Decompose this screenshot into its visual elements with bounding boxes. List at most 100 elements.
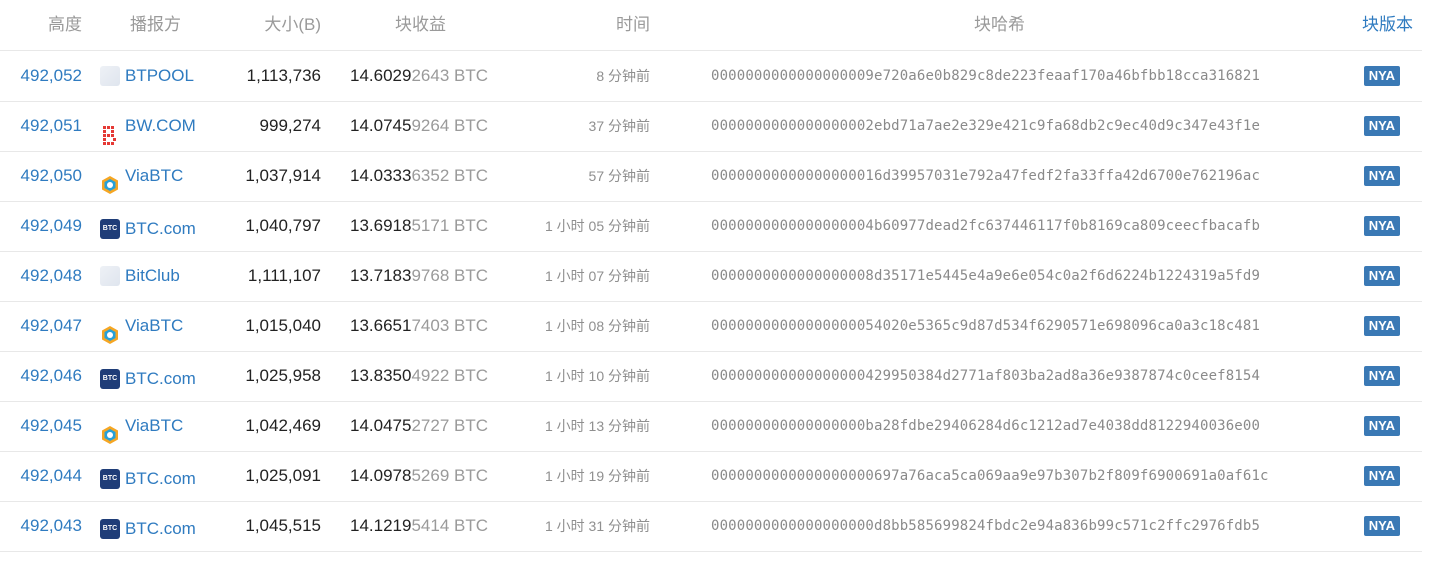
- pool-link[interactable]: BW.COM: [100, 101, 196, 151]
- version-cell: NYA: [1330, 51, 1412, 101]
- pool-name[interactable]: BitClub: [125, 251, 180, 301]
- btccom-icon: BTC: [100, 519, 120, 539]
- table-row: 492,044 BTC BTC.com 1,025,091 14.09785269 BT…: [0, 451, 1422, 502]
- block-time: 1 小时 08 分钟前: [544, 318, 650, 334]
- block-height-link[interactable]: 492,051: [0, 101, 82, 151]
- block-size: 1,025,958: [245, 366, 321, 385]
- block-hash[interactable]: 00000000000000000054020e5365c9d87d534f62…: [711, 301, 1311, 351]
- pool-name[interactable]: ViaBTC: [125, 151, 183, 201]
- block-hash[interactable]: 0000000000000000009e720a6e0b829c8de223fe…: [711, 51, 1311, 101]
- reward-main: 14.1219: [350, 516, 412, 535]
- pool-name[interactable]: BW.COM: [125, 101, 196, 151]
- block-time: 8 分钟前: [596, 68, 650, 84]
- table-row: 492,047 ViaBTC 1,015,040 13.66517403 BTC 1 小…: [0, 301, 1422, 352]
- reward-main: 14.6029: [350, 66, 412, 85]
- block-hash[interactable]: 0000000000000000000697a76aca5ca069aa9e97…: [711, 451, 1311, 501]
- table-row: 492,049 BTC BTC.com 1,040,797 13.69185171 BT…: [0, 201, 1422, 252]
- version-cell: NYA: [1330, 351, 1412, 401]
- block-height-link[interactable]: 492,043: [0, 501, 82, 551]
- table-row: 492,052 BTPOOL 1,113,736 14.60292643 BTC 8 分…: [0, 51, 1422, 102]
- version-cell: NYA: [1330, 251, 1412, 301]
- reward-main: 13.6918: [350, 216, 412, 235]
- block-height-link[interactable]: 492,044: [0, 451, 82, 501]
- version-badge: NYA: [1363, 66, 1400, 86]
- block-size: 1,015,040: [245, 316, 321, 335]
- pool-link[interactable]: ViaBTC: [100, 301, 183, 351]
- block-time: 1 小时 10 分钟前: [544, 368, 650, 384]
- header-size: 大小(B): [264, 15, 321, 34]
- version-cell: NYA: [1330, 451, 1412, 501]
- block-size: 1,045,515: [245, 516, 321, 535]
- btccom-icon: BTC: [100, 469, 120, 489]
- block-time: 1 小时 07 分钟前: [544, 268, 650, 284]
- version-badge: NYA: [1363, 316, 1400, 336]
- pool-link[interactable]: BTC BTC.com: [100, 454, 196, 504]
- version-cell: NYA: [1330, 151, 1412, 201]
- version-badge: NYA: [1363, 366, 1400, 386]
- block-height-link[interactable]: 492,050: [0, 151, 82, 201]
- block-height-link[interactable]: 492,045: [0, 401, 82, 451]
- reward-main: 14.0745: [350, 116, 412, 135]
- reward-main: 14.0978: [350, 466, 412, 485]
- block-height-link[interactable]: 492,046: [0, 351, 82, 401]
- block-hash[interactable]: 00000000000000000016d39957031e792a47fedf…: [711, 151, 1311, 201]
- block-size: 999,274: [259, 116, 321, 135]
- block-hash[interactable]: 000000000000000000429950384d2771af803ba2…: [711, 351, 1311, 401]
- block-time: 57 分钟前: [588, 168, 650, 184]
- block-hash[interactable]: 000000000000000000ba28fdbe29406284d6c121…: [711, 401, 1311, 451]
- block-height-link[interactable]: 492,048: [0, 251, 82, 301]
- block-size: 1,042,469: [245, 416, 321, 435]
- pool-link[interactable]: BitClub: [100, 251, 180, 301]
- version-cell: NYA: [1330, 401, 1412, 451]
- pool-name[interactable]: ViaBTC: [125, 401, 183, 451]
- block-hash[interactable]: 0000000000000000002ebd71a7ae2e329e421c9f…: [711, 101, 1311, 151]
- blocks-table: 高度 播报方 大小(B) 块收益 时间 块哈希 块版本 492,052 BTPOO…: [0, 0, 1441, 566]
- pool-name[interactable]: BTC.com: [125, 204, 196, 254]
- btccom-icon: BTC: [100, 369, 120, 389]
- table-row: 492,043 BTC BTC.com 1,045,515 14.12195414 BT…: [0, 501, 1422, 552]
- pool-link[interactable]: BTC BTC.com: [100, 354, 196, 404]
- reward-main: 13.7183: [350, 266, 412, 285]
- block-hash[interactable]: 0000000000000000004b60977dead2fc63744611…: [711, 201, 1311, 251]
- block-size: 1,025,091: [245, 466, 321, 485]
- pool-link[interactable]: ViaBTC: [100, 151, 183, 201]
- version-cell: NYA: [1330, 101, 1412, 151]
- btccom-icon: BTC: [100, 219, 120, 239]
- block-size: 1,040,797: [245, 216, 321, 235]
- block-height-link[interactable]: 492,049: [0, 201, 82, 251]
- pool-link[interactable]: BTC BTC.com: [100, 204, 196, 254]
- version-cell: NYA: [1330, 201, 1412, 251]
- reward-main: 14.0475: [350, 416, 412, 435]
- block-time: 1 小时 19 分钟前: [544, 468, 650, 484]
- block-time: 37 分钟前: [588, 118, 650, 134]
- pool-name[interactable]: ViaBTC: [125, 301, 183, 351]
- block-height-link[interactable]: 492,047: [0, 301, 82, 351]
- reward-main: 13.6651: [350, 316, 412, 335]
- table-row: 492,050 ViaBTC 1,037,914 14.03336352 BTC 57 …: [0, 151, 1422, 202]
- block-time: 1 小时 05 分钟前: [544, 218, 650, 234]
- version-cell: NYA: [1330, 501, 1412, 551]
- version-badge: NYA: [1363, 516, 1400, 536]
- pool-name[interactable]: BTC.com: [125, 454, 196, 504]
- pool-link[interactable]: BTPOOL: [100, 51, 194, 101]
- viabtc-icon: [100, 316, 120, 344]
- version-badge: NYA: [1363, 216, 1400, 236]
- pool-name[interactable]: BTC.com: [125, 354, 196, 404]
- pool-name[interactable]: BTC.com: [125, 504, 196, 554]
- reward-main: 14.0333: [350, 166, 412, 185]
- block-time: 1 小时 13 分钟前: [544, 418, 650, 434]
- header-version[interactable]: 块版本: [1330, 0, 1413, 50]
- pool-link[interactable]: ViaBTC: [100, 401, 183, 451]
- viabtc-icon: [100, 166, 120, 194]
- pool-name[interactable]: BTPOOL: [125, 51, 194, 101]
- header-height: 高度: [48, 15, 82, 34]
- block-hash[interactable]: 0000000000000000008d35171e5445e4a9e6e054…: [711, 251, 1311, 301]
- block-height-link[interactable]: 492,052: [0, 51, 82, 101]
- block-size: 1,111,107: [247, 266, 321, 285]
- blank-pool-icon: [100, 66, 120, 86]
- table-row: 492,048 BitClub 1,111,107 13.71839768 BTC 1 …: [0, 251, 1422, 302]
- block-hash[interactable]: 0000000000000000000d8bb585699824fbdc2e94…: [711, 501, 1311, 551]
- version-badge: NYA: [1363, 116, 1400, 136]
- version-cell: NYA: [1330, 301, 1412, 351]
- pool-link[interactable]: BTC BTC.com: [100, 504, 196, 554]
